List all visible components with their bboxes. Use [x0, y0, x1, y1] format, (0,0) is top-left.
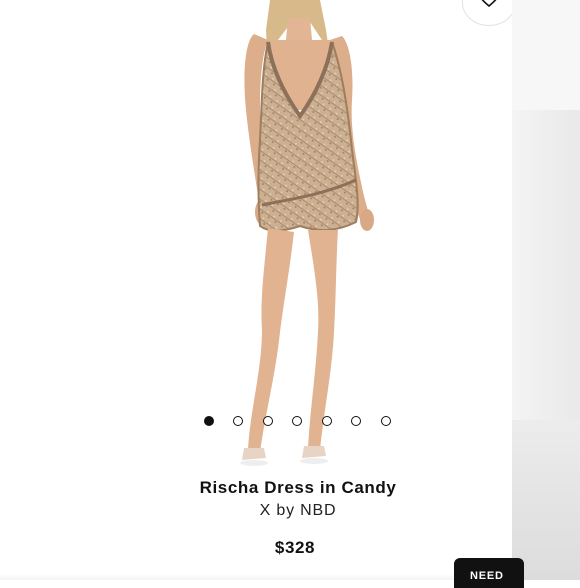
help-chat-button[interactable]: NEED: [454, 558, 524, 588]
help-chat-label: NEED: [470, 570, 504, 582]
side-panel-bottom: [512, 420, 580, 580]
carousel-dot[interactable]: [204, 416, 214, 426]
brand-name[interactable]: X by NBD: [0, 502, 580, 520]
carousel-dot[interactable]: [233, 416, 243, 426]
product-price: $328: [274, 538, 316, 557]
carousel-dot[interactable]: [263, 416, 273, 426]
scroll-fade: [0, 574, 512, 580]
carousel-dot[interactable]: [381, 416, 391, 426]
wishlist-button[interactable]: [462, 0, 516, 26]
carousel-dot[interactable]: [351, 416, 361, 426]
heart-outline-icon: [479, 0, 499, 13]
carousel-dot[interactable]: [322, 416, 332, 426]
side-panel: [512, 0, 580, 580]
product-image[interactable]: [150, 0, 410, 470]
carousel-dots: [200, 416, 400, 430]
carousel-dot[interactable]: [292, 416, 302, 426]
product-name: Rischa Dress in Candy: [199, 478, 397, 497]
product-page: Rischa Dress in Candy X by NBD $328: [0, 0, 516, 580]
side-panel-top: [512, 0, 580, 110]
